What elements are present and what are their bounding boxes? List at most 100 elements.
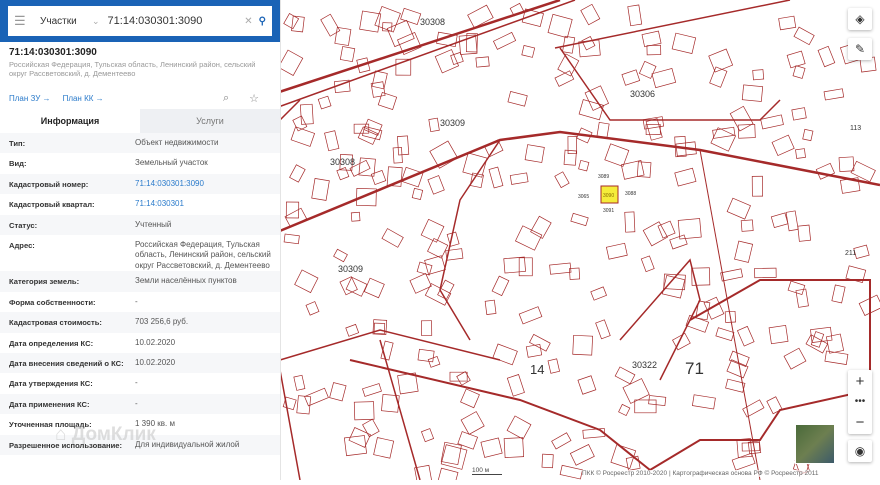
land-plot[interactable] — [554, 70, 575, 87]
land-plot[interactable] — [324, 130, 340, 152]
land-plot[interactable] — [345, 323, 360, 337]
land-plot[interactable] — [596, 121, 610, 138]
land-plot[interactable] — [810, 331, 825, 348]
land-plot[interactable] — [381, 228, 404, 248]
land-plot[interactable] — [580, 3, 601, 26]
land-plot[interactable] — [634, 399, 657, 414]
search-icon[interactable]: ⚲ — [259, 16, 266, 27]
land-plot[interactable] — [557, 53, 580, 77]
measure-button[interactable]: ✎ — [848, 38, 872, 60]
land-plot[interactable] — [348, 427, 371, 448]
land-plot[interactable] — [646, 44, 662, 56]
land-plot[interactable] — [509, 172, 529, 185]
land-plot[interactable] — [824, 350, 849, 365]
land-plot[interactable] — [424, 255, 446, 275]
land-plot[interactable] — [518, 257, 533, 277]
land-plot[interactable] — [411, 187, 424, 201]
land-plot[interactable] — [786, 50, 806, 69]
land-plot[interactable] — [642, 221, 668, 247]
land-plot[interactable] — [618, 403, 631, 417]
land-plot[interactable] — [703, 296, 725, 320]
land-plot[interactable] — [578, 159, 590, 172]
land-plot[interactable] — [339, 276, 358, 296]
land-plot[interactable] — [850, 160, 876, 183]
land-plot[interactable] — [386, 19, 415, 48]
land-plot[interactable] — [320, 13, 341, 37]
land-plot[interactable] — [371, 70, 388, 90]
land-plot[interactable] — [427, 237, 449, 259]
land-plot[interactable] — [795, 148, 806, 159]
land-plot[interactable] — [370, 169, 387, 186]
land-plot[interactable] — [296, 395, 312, 415]
land-plot[interactable] — [400, 7, 422, 25]
land-plot[interactable] — [768, 324, 789, 345]
land-plot[interactable] — [299, 103, 314, 125]
land-plot[interactable] — [817, 45, 836, 68]
land-plot[interactable] — [507, 91, 528, 107]
land-plot[interactable] — [373, 437, 395, 459]
land-plot[interactable] — [547, 358, 560, 374]
land-plot[interactable] — [492, 31, 517, 50]
land-plot[interactable] — [736, 438, 753, 458]
layers-button[interactable]: ◈ — [848, 8, 872, 30]
land-plot[interactable] — [503, 437, 525, 458]
land-plot[interactable] — [547, 13, 573, 39]
land-plot[interactable] — [484, 299, 497, 315]
land-plot[interactable] — [554, 171, 570, 189]
menu-icon[interactable]: ☰ — [14, 13, 26, 29]
info-value[interactable]: 71:14:030301:3090 — [135, 179, 271, 190]
land-plot[interactable] — [671, 32, 697, 54]
land-plot[interactable] — [741, 84, 764, 102]
land-plot[interactable] — [754, 267, 777, 279]
clear-icon[interactable]: ✕ — [244, 16, 252, 27]
land-plot[interactable] — [289, 164, 306, 183]
land-plot[interactable] — [518, 306, 543, 325]
zoom-to-object-icon[interactable]: ⌕ — [223, 92, 229, 105]
land-plot[interactable] — [529, 333, 551, 352]
land-plot[interactable] — [460, 388, 480, 409]
land-plot[interactable] — [530, 215, 552, 239]
land-plot[interactable] — [427, 355, 441, 368]
land-plot[interactable] — [525, 343, 543, 358]
land-plot[interactable] — [294, 269, 319, 294]
land-plot[interactable] — [734, 240, 754, 263]
land-plot[interactable] — [357, 126, 379, 145]
land-plot[interactable] — [651, 67, 677, 89]
land-plot[interactable] — [715, 327, 735, 342]
land-plot[interactable] — [488, 166, 504, 189]
land-plot[interactable] — [417, 348, 435, 363]
land-plot[interactable] — [363, 277, 385, 299]
land-plot[interactable] — [771, 134, 795, 157]
land-plot[interactable] — [590, 286, 607, 301]
land-plot[interactable] — [578, 99, 604, 121]
tab-info[interactable]: Информация — [0, 109, 140, 133]
land-plot[interactable] — [437, 467, 459, 485]
land-plot[interactable] — [728, 350, 750, 367]
land-plot[interactable] — [581, 36, 596, 51]
land-plot[interactable] — [740, 219, 754, 232]
land-plot[interactable] — [359, 10, 382, 33]
land-plot[interactable] — [569, 444, 595, 466]
land-plot[interactable] — [440, 444, 468, 470]
land-plot[interactable] — [792, 65, 806, 79]
land-plot[interactable] — [648, 395, 667, 407]
land-plot[interactable] — [428, 117, 440, 133]
land-plot[interactable] — [506, 374, 525, 397]
land-plot[interactable] — [541, 453, 554, 469]
land-plot[interactable] — [427, 175, 445, 195]
land-plot[interactable] — [290, 126, 316, 147]
land-plot[interactable] — [783, 347, 807, 370]
land-plot[interactable] — [795, 288, 809, 308]
compass-button[interactable]: ◉ — [848, 440, 872, 462]
land-plot[interactable] — [669, 234, 688, 250]
land-plot[interactable] — [793, 26, 815, 46]
land-plot[interactable] — [791, 107, 807, 121]
land-plot[interactable] — [521, 45, 536, 58]
land-plot[interactable] — [377, 92, 398, 110]
land-plot[interactable] — [456, 371, 471, 386]
land-plot[interactable] — [624, 211, 636, 233]
search-input[interactable]: 71:14:030301:3090 — [108, 15, 245, 27]
land-plot[interactable] — [343, 435, 367, 457]
land-plot[interactable] — [709, 66, 728, 88]
land-plot[interactable] — [311, 178, 330, 201]
